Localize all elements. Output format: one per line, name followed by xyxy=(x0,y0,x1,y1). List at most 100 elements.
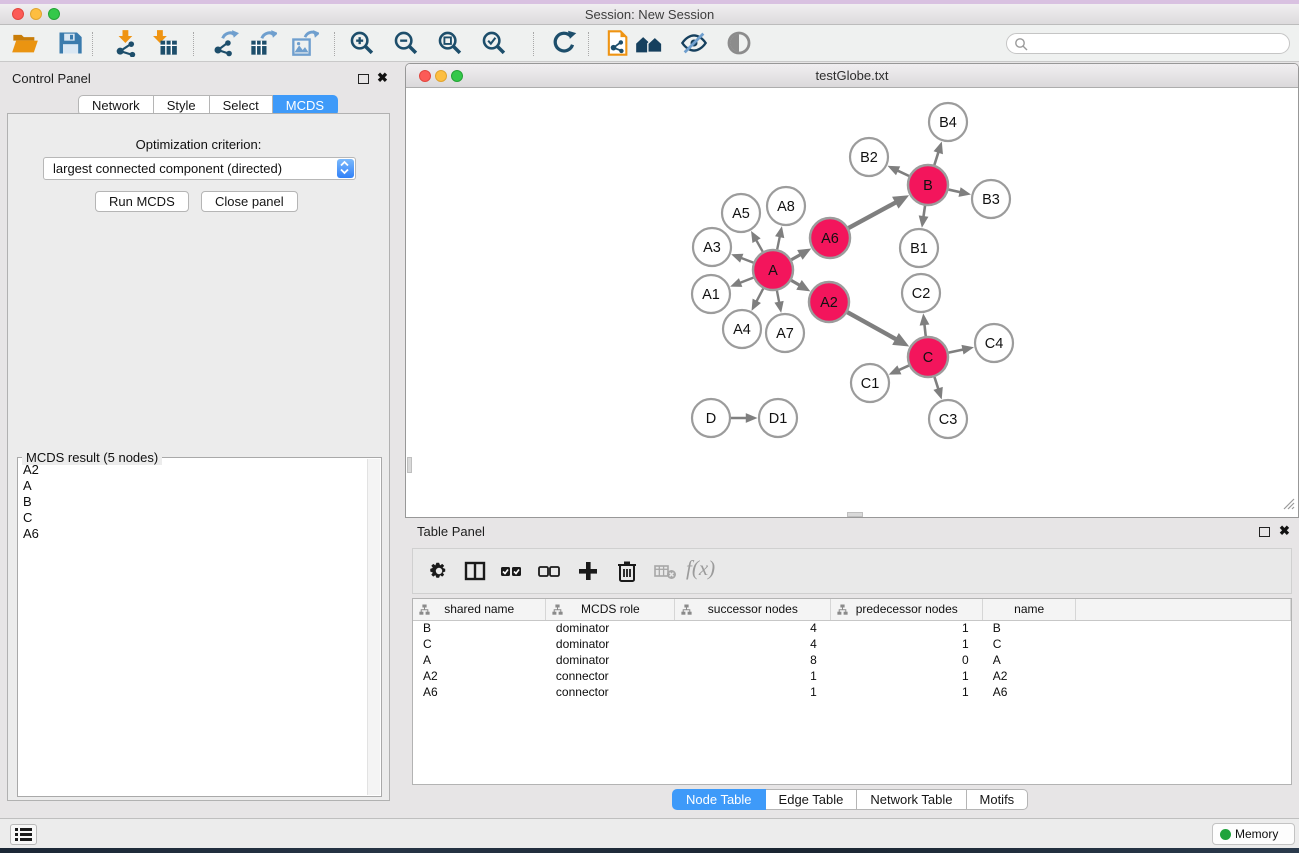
mcds-result-list[interactable]: A2ABCA6 xyxy=(19,459,367,795)
settings-gear-icon[interactable] xyxy=(427,559,453,585)
graph-node-C[interactable]: C xyxy=(908,337,948,377)
graph-node-B3[interactable]: B3 xyxy=(972,180,1010,218)
export-network-icon[interactable] xyxy=(211,29,239,57)
graph-edge-A-A6[interactable] xyxy=(791,254,801,260)
graph-node-A8[interactable]: A8 xyxy=(767,187,805,225)
graph-node-B[interactable]: B xyxy=(908,165,948,205)
graph-node-C4[interactable]: C4 xyxy=(975,324,1013,362)
add-column-icon[interactable] xyxy=(576,559,602,585)
column-header-successor-nodes[interactable]: successor nodes xyxy=(675,599,831,620)
open-file-icon[interactable] xyxy=(11,29,39,57)
table-header-row[interactable]: shared nameMCDS rolesuccessor nodesprede… xyxy=(413,599,1291,620)
delete-table-icon[interactable] xyxy=(653,559,679,585)
close-panel-button[interactable]: Close panel xyxy=(201,191,298,212)
split-columns-icon[interactable] xyxy=(463,559,489,585)
graph-node-C1[interactable]: C1 xyxy=(851,364,889,402)
optimization-criterion-select[interactable]: largest connected component (directed) xyxy=(43,157,356,180)
graph-edge-A6-B[interactable] xyxy=(848,202,896,228)
memory-button[interactable]: Memory xyxy=(1212,823,1295,845)
table-row[interactable]: A2connector11A2 xyxy=(413,668,1291,684)
node-table[interactable]: shared nameMCDS rolesuccessor nodesprede… xyxy=(412,598,1292,785)
splitter-handle[interactable] xyxy=(407,457,412,473)
zoom-selected-icon[interactable] xyxy=(480,29,508,57)
graph-node-A6[interactable]: A6 xyxy=(810,218,850,258)
graph-edge-A-A5[interactable] xyxy=(756,239,763,251)
tab-motifs[interactable]: Motifs xyxy=(967,789,1029,810)
column-header-predecessor-nodes[interactable]: predecessor nodes xyxy=(831,599,983,620)
mcds-result-item[interactable]: A2 xyxy=(23,462,367,478)
tab-edge-table[interactable]: Edge Table xyxy=(766,789,858,810)
tab-node-table[interactable]: Node Table xyxy=(672,789,766,810)
tab-network-table[interactable]: Network Table xyxy=(857,789,966,810)
splitter-handle[interactable] xyxy=(847,512,863,517)
search-box[interactable] xyxy=(1006,33,1290,54)
graph-node-B4[interactable]: B4 xyxy=(929,103,967,141)
eye-icon[interactable] xyxy=(725,29,753,57)
export-image-icon[interactable] xyxy=(291,29,319,57)
export-table-icon[interactable] xyxy=(249,29,277,57)
mcds-result-item[interactable]: C xyxy=(23,510,367,526)
select-all-checkboxes-icon[interactable] xyxy=(499,559,525,585)
select-stepper-icon[interactable] xyxy=(337,159,354,178)
network-graph[interactable]: B4B2BB3A8A5A6A3B1AA1C2A2A4A7C4CC1DD1C3 xyxy=(407,89,1297,517)
table-row[interactable]: Adominator80A xyxy=(413,652,1291,668)
float-panel-icon[interactable] xyxy=(1259,527,1270,537)
resize-grip-icon[interactable] xyxy=(1282,497,1295,515)
zoom-out-icon[interactable] xyxy=(392,29,420,57)
graph-edge-A-A4[interactable] xyxy=(756,289,763,303)
mcds-result-item[interactable]: A xyxy=(23,478,367,494)
import-table-icon[interactable] xyxy=(150,29,178,57)
close-panel-icon[interactable]: ✖ xyxy=(1279,526,1290,536)
network-from-file-icon[interactable] xyxy=(603,29,631,57)
column-header-name[interactable]: name xyxy=(983,599,1076,620)
column-header-mcds-role[interactable]: MCDS role xyxy=(546,599,675,620)
task-history-button[interactable] xyxy=(10,824,37,845)
graph-edge-A-A8[interactable] xyxy=(777,236,780,250)
graph-edge-C-C1[interactable] xyxy=(898,366,909,371)
zoom-in-icon[interactable] xyxy=(348,29,376,57)
refresh-icon[interactable] xyxy=(550,29,578,57)
graph-node-D1[interactable]: D1 xyxy=(759,399,797,437)
graph-edge-B-B1[interactable] xyxy=(923,206,925,218)
zoom-fit-icon[interactable] xyxy=(436,29,464,57)
graph-edge-B-B2[interactable] xyxy=(897,170,909,176)
graph-node-A3[interactable]: A3 xyxy=(693,228,731,266)
graph-node-A7[interactable]: A7 xyxy=(766,314,804,352)
graph-node-C2[interactable]: C2 xyxy=(902,274,940,312)
table-row[interactable]: A6connector11A6 xyxy=(413,684,1291,700)
graph-edge-B-B3[interactable] xyxy=(948,190,961,193)
graph-node-D[interactable]: D xyxy=(692,399,730,437)
table-row[interactable]: Cdominator41C xyxy=(413,636,1291,652)
search-input[interactable] xyxy=(1031,35,1281,52)
import-network-icon[interactable] xyxy=(112,29,140,57)
delete-column-trash-icon[interactable] xyxy=(615,559,641,585)
network-window-titlebar[interactable]: testGlobe.txt xyxy=(406,64,1298,88)
graph-edge-C-C3[interactable] xyxy=(934,377,938,390)
graph-node-B1[interactable]: B1 xyxy=(900,229,938,267)
deselect-all-checkboxes-icon[interactable] xyxy=(537,559,563,585)
graph-edge-C-C2[interactable] xyxy=(924,324,925,337)
graph-node-A[interactable]: A xyxy=(753,250,793,290)
graph-edge-B-B4[interactable] xyxy=(934,151,938,165)
close-panel-icon[interactable]: ✖ xyxy=(377,73,388,83)
graph-node-A5[interactable]: A5 xyxy=(722,194,760,232)
save-session-icon[interactable] xyxy=(56,29,84,57)
run-mcds-button[interactable]: Run MCDS xyxy=(95,191,189,212)
scrollbar-track[interactable] xyxy=(367,459,380,795)
mcds-result-item[interactable]: B xyxy=(23,494,367,510)
graph-edge-A2-C[interactable] xyxy=(847,312,896,339)
graph-edge-A-A7[interactable] xyxy=(777,291,779,304)
graph-edge-A-A3[interactable] xyxy=(740,258,753,263)
graph-node-C3[interactable]: C3 xyxy=(929,400,967,438)
home-icon[interactable] xyxy=(635,29,663,57)
graph-edge-C-C4[interactable] xyxy=(949,349,964,352)
column-header-shared-name[interactable]: shared name xyxy=(413,599,546,620)
mcds-result-item[interactable]: A6 xyxy=(23,526,367,542)
network-canvas[interactable]: B4B2BB3A8A5A6A3B1AA1C2A2A4A7C4CC1DD1C3 xyxy=(407,89,1297,517)
graph-edge-A-A2[interactable] xyxy=(791,280,800,285)
table-row[interactable]: Bdominator41B xyxy=(413,620,1291,636)
graph-node-A4[interactable]: A4 xyxy=(723,310,761,348)
float-panel-icon[interactable] xyxy=(358,74,369,84)
graph-node-B2[interactable]: B2 xyxy=(850,138,888,176)
graph-node-A2[interactable]: A2 xyxy=(809,282,849,322)
